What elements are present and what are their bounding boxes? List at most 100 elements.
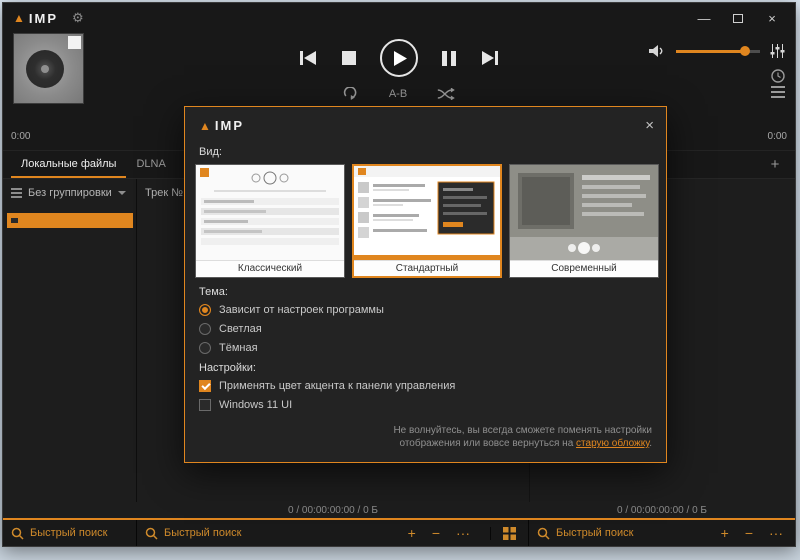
grid-icon	[503, 527, 516, 540]
album-art	[13, 33, 84, 104]
transport-controls	[298, 39, 500, 77]
add-playlist-button[interactable]: +	[763, 151, 787, 178]
title-bar: ▲ IMP ⚙ — ×	[3, 3, 795, 33]
grouping-header: Без группировки	[3, 179, 136, 207]
toolbar-buttons: + − ···	[721, 526, 787, 540]
skin-dialog: ▲ IMP × Вид:	[184, 106, 667, 463]
dialog-close-button[interactable]: ×	[645, 117, 654, 134]
logo-triangle-icon: ▲	[13, 12, 25, 24]
legacy-skin-link[interactable]: старую обложку	[576, 438, 649, 449]
equalizer-button[interactable]	[770, 43, 785, 59]
playback-mode-controls: A-B	[343, 87, 455, 100]
play-icon	[394, 51, 407, 66]
quick-search-input[interactable]: Быстрый поиск	[556, 527, 633, 539]
vinyl-icon	[26, 50, 64, 88]
volume-slider[interactable]	[676, 45, 760, 57]
pause-button[interactable]	[442, 51, 456, 66]
theme-option-label: Тёмная	[219, 342, 258, 354]
theme-option-dark[interactable]: Тёмная	[199, 342, 258, 354]
skin-caption: Классический	[196, 260, 344, 276]
more-button[interactable]: ···	[456, 526, 470, 540]
toolbar-segment-groups: Быстрый поиск	[3, 520, 137, 546]
search-button[interactable]	[145, 527, 158, 540]
previous-icon	[298, 50, 318, 66]
volume-fill	[676, 50, 743, 53]
maximize-icon	[733, 14, 743, 23]
menu-icon	[771, 91, 785, 93]
skin-caption: Современный	[510, 260, 658, 276]
column-header-track[interactable]: Трек №	[145, 187, 183, 199]
skin-option-modern[interactable]: Современный	[509, 164, 659, 278]
theme-option-system[interactable]: Зависит от настроек программы	[199, 304, 384, 316]
quick-search-input[interactable]: Быстрый поиск	[164, 527, 241, 539]
next-icon	[480, 50, 500, 66]
repeat-button[interactable]	[343, 87, 359, 100]
remove-tracks-button[interactable]: −	[432, 526, 440, 540]
checkbox-checked-icon	[199, 380, 211, 392]
play-button[interactable]	[380, 39, 418, 77]
mute-button[interactable]	[648, 44, 666, 58]
search-icon	[537, 527, 550, 540]
shuffle-button[interactable]	[437, 88, 455, 100]
logo-triangle-icon: ▲	[199, 120, 211, 132]
note-suffix: .	[649, 438, 652, 449]
volume-thumb[interactable]	[740, 46, 750, 56]
shuffle-icon	[437, 88, 455, 100]
tab-dlna[interactable]: DLNA	[126, 151, 175, 178]
view-mode-button[interactable]	[490, 527, 516, 540]
skin-preview-image	[354, 166, 500, 260]
group-by-dropdown[interactable]: Без группировки	[28, 187, 112, 199]
skin-option-standard[interactable]: Стандартный	[352, 164, 502, 278]
view-label: Вид:	[199, 146, 666, 158]
maximize-button[interactable]	[721, 6, 755, 30]
tab-local-files[interactable]: Локальные файлы	[11, 151, 126, 178]
remaining-time: 0:00	[768, 131, 787, 142]
grouping-menu-icon[interactable]	[11, 192, 22, 194]
previous-button[interactable]	[298, 50, 318, 66]
option-windows11-ui[interactable]: Windows 11 UI	[199, 399, 292, 411]
radio-selected-icon	[199, 304, 211, 316]
menu-button[interactable]	[771, 91, 785, 93]
more-button[interactable]: ···	[769, 526, 783, 540]
checkbox-icon	[199, 399, 211, 411]
search-icon	[145, 527, 158, 540]
search-button[interactable]	[11, 527, 24, 540]
status-bar: 0 / 00:00:00:00 / 0 Б 0 / 00:00:00:00 / …	[3, 502, 795, 518]
group-item-mark	[11, 218, 18, 223]
logo-text: IMP	[29, 11, 58, 26]
horizontal-scrollbar[interactable]	[145, 494, 499, 500]
skin-option-classic[interactable]: Классический	[195, 164, 345, 278]
app-logo: ▲ IMP	[13, 11, 58, 26]
sleep-timer-button[interactable]	[771, 69, 785, 86]
option-label: Windows 11 UI	[219, 399, 292, 411]
remove-tracks-button[interactable]: −	[745, 526, 753, 540]
search-icon	[11, 527, 24, 540]
pause-icon	[442, 51, 456, 66]
group-item-selected[interactable]	[7, 213, 133, 228]
quick-search-input[interactable]: Быстрый поиск	[30, 527, 107, 539]
stop-icon	[342, 51, 356, 65]
option-accent-color[interactable]: Применять цвет акцента к панели управлен…	[199, 380, 455, 392]
minimize-button[interactable]: —	[687, 6, 721, 30]
skin-preview-image	[510, 165, 658, 260]
playlist-status: 0 / 00:00:00:00 / 0 Б	[137, 505, 529, 516]
skin-caption: Стандартный	[354, 260, 500, 276]
ab-repeat-button[interactable]: A-B	[389, 88, 407, 100]
add-tracks-button[interactable]: +	[721, 526, 729, 540]
equalizer-icon	[770, 43, 785, 59]
stop-button[interactable]	[342, 51, 356, 65]
secondary-status: 0 / 00:00:00:00 / 0 Б	[529, 505, 795, 516]
next-button[interactable]	[480, 50, 500, 66]
volume-icon	[648, 44, 666, 58]
skin-preview-image	[196, 165, 344, 260]
gear-icon[interactable]: ⚙	[72, 10, 84, 26]
album-art-corner	[68, 36, 81, 49]
theme-option-label: Светлая	[219, 323, 262, 335]
elapsed-time: 0:00	[11, 131, 30, 142]
theme-option-light[interactable]: Светлая	[199, 323, 262, 335]
add-tracks-button[interactable]: +	[408, 526, 416, 540]
search-button[interactable]	[537, 527, 550, 540]
skin-options: Классический	[185, 164, 666, 278]
close-button[interactable]: ×	[755, 6, 789, 30]
grouping-panel: Без группировки	[3, 179, 137, 502]
